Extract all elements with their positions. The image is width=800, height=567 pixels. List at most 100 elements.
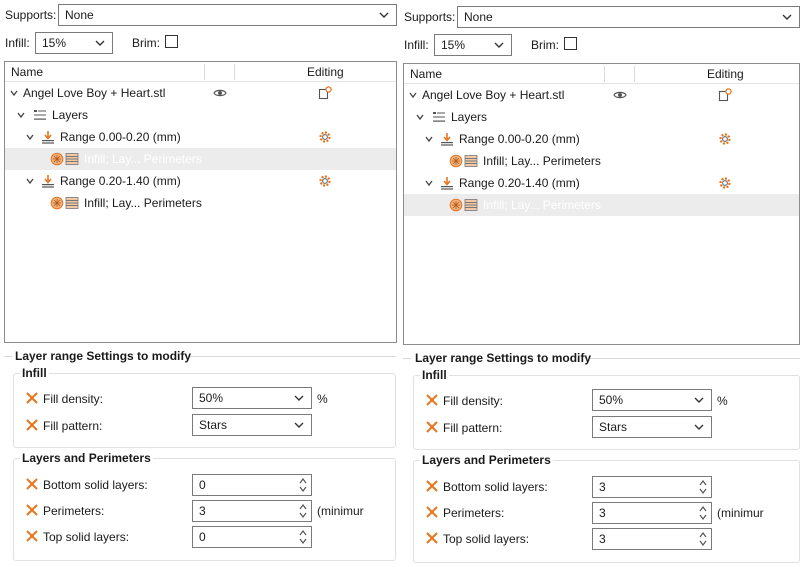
expand-arrow-icon[interactable] <box>415 112 425 122</box>
tree-row-range-2[interactable]: Range 0.20-1.40 (mm) <box>5 170 396 192</box>
brim-checkbox[interactable] <box>564 37 577 50</box>
editing-column-header[interactable]: Editing <box>701 64 744 84</box>
tree-row-label: Range 0.20-1.40 (mm) <box>459 176 580 190</box>
column-separator <box>604 66 605 82</box>
reset-x-icon[interactable] <box>425 505 439 519</box>
reset-x-icon[interactable] <box>25 477 39 491</box>
tree-row-range-1[interactable]: Range 0.00-0.20 (mm) <box>5 126 396 148</box>
chevron-down-icon <box>781 11 793 23</box>
expand-arrow-icon[interactable] <box>424 178 434 188</box>
fill-density-value: 50% <box>199 391 224 405</box>
eye-icon[interactable] <box>613 88 627 102</box>
expand-arrow-icon[interactable] <box>408 90 418 100</box>
tree-row-settings-1[interactable]: Infill; Lay... Perimeters <box>5 148 396 170</box>
column-separator <box>634 66 635 82</box>
top-solid-input[interactable]: 0 <box>192 526 312 548</box>
bottom-solid-input[interactable]: 3 <box>592 476 712 498</box>
reset-x-icon[interactable] <box>425 393 439 407</box>
settings-gear-icon[interactable] <box>318 174 332 188</box>
group-divider <box>190 356 396 357</box>
settings-group-title: Layer range Settings to modify <box>15 349 192 363</box>
fill-density-combo[interactable]: 50% <box>592 389 712 411</box>
settings-gear-icon[interactable] <box>718 176 732 190</box>
tree-row-range-2[interactable]: Range 0.20-1.40 (mm) <box>404 172 799 194</box>
layers-group-title: Layers and Perimeters <box>20 451 153 465</box>
tree-row-label: Angel Love Boy + Heart.stl <box>422 88 565 102</box>
chevron-down-icon <box>693 394 705 406</box>
spin-arrows-icon[interactable] <box>297 528 309 546</box>
infill-icon <box>449 154 463 168</box>
brim-checkbox[interactable] <box>165 35 178 48</box>
top-solid-input[interactable]: 3 <box>592 528 712 550</box>
bottom-solid-input[interactable]: 0 <box>192 474 312 496</box>
infill-combo[interactable]: 15% <box>434 34 512 56</box>
tree-row-layers[interactable]: Layers <box>5 104 396 126</box>
settings-gear-icon[interactable] <box>718 132 732 146</box>
editing-column-header[interactable]: Editing <box>301 62 344 82</box>
tree-row-settings-2[interactable]: Infill; Lay... Perimeters <box>5 192 396 214</box>
perimeters-input[interactable]: 3 <box>192 500 312 522</box>
object-tree: Name Editing Angel Love Boy + Heart.stl … <box>403 63 800 345</box>
range-icon <box>440 176 454 190</box>
tree-row-label: Layers <box>52 108 89 122</box>
top-solid-value: 3 <box>599 532 606 546</box>
perimeters-input[interactable]: 3 <box>592 502 712 524</box>
reset-x-icon[interactable] <box>425 531 439 545</box>
spin-arrows-icon[interactable] <box>297 476 309 494</box>
perimeters-value: 3 <box>199 504 206 518</box>
range-icon <box>440 132 454 146</box>
supports-value: None <box>65 8 94 22</box>
spin-arrows-icon[interactable] <box>697 504 709 522</box>
tree-row-label: Range 0.20-1.40 (mm) <box>60 174 181 188</box>
edit-object-icon[interactable] <box>318 86 332 100</box>
group-divider <box>4 356 12 357</box>
expand-arrow-icon[interactable] <box>9 88 19 98</box>
eye-icon[interactable] <box>213 86 227 100</box>
supports-combo[interactable]: None <box>457 6 800 28</box>
spin-arrows-icon[interactable] <box>297 502 309 520</box>
supports-label: Supports: <box>404 10 456 24</box>
expand-arrow-icon[interactable] <box>16 110 26 120</box>
expand-arrow-icon[interactable] <box>25 132 35 142</box>
name-column-header[interactable]: Name <box>404 64 442 84</box>
tree-row-range-1[interactable]: Range 0.00-0.20 (mm) <box>404 128 799 150</box>
right-panel: Supports: None Infill: 15% Brim: Name Ed… <box>403 2 800 567</box>
spin-arrows-icon[interactable] <box>697 530 709 548</box>
supports-combo[interactable]: None <box>58 4 397 26</box>
edit-object-icon[interactable] <box>718 88 732 102</box>
layers-icon <box>33 108 47 122</box>
top-solid-label: Top solid layers: <box>43 530 130 544</box>
tree-row-object[interactable]: Angel Love Boy + Heart.stl <box>5 82 396 104</box>
tree-row-object[interactable]: Angel Love Boy + Heart.stl <box>404 84 799 106</box>
reset-x-icon[interactable] <box>25 418 39 432</box>
perimeters-icon <box>65 196 79 210</box>
spin-arrows-icon[interactable] <box>697 478 709 496</box>
settings-gear-icon[interactable] <box>318 130 332 144</box>
tree-row-layers[interactable]: Layers <box>404 106 799 128</box>
reset-x-icon[interactable] <box>25 529 39 543</box>
fill-density-label: Fill density: <box>443 394 504 408</box>
fill-density-combo[interactable]: 50% <box>192 387 312 409</box>
expand-arrow-icon[interactable] <box>25 176 35 186</box>
tree-row-settings-1[interactable]: Infill; Lay... Perimeters <box>404 150 799 172</box>
fill-pattern-combo[interactable]: Stars <box>192 414 312 436</box>
name-column-header[interactable]: Name <box>5 62 43 82</box>
column-separator <box>234 64 235 80</box>
infill-icon <box>50 152 64 166</box>
fill-density-value: 50% <box>599 393 624 407</box>
brim-label: Brim: <box>132 36 160 50</box>
reset-x-icon[interactable] <box>25 503 39 517</box>
infill-group-title: Infill <box>420 368 449 382</box>
chevron-down-icon <box>293 419 305 431</box>
fill-pattern-combo[interactable]: Stars <box>592 416 712 438</box>
reset-x-icon[interactable] <box>425 420 439 434</box>
fill-pattern-value: Stars <box>199 418 228 432</box>
infill-combo[interactable]: 15% <box>35 32 113 54</box>
chevron-down-icon <box>693 421 705 433</box>
reset-x-icon[interactable] <box>425 479 439 493</box>
infill-value: 15% <box>441 38 466 52</box>
tree-row-settings-2[interactable]: Infill; Lay... Perimeters <box>404 194 799 216</box>
reset-x-icon[interactable] <box>25 391 39 405</box>
tree-row-label: Angel Love Boy + Heart.stl <box>23 86 166 100</box>
expand-arrow-icon[interactable] <box>424 134 434 144</box>
